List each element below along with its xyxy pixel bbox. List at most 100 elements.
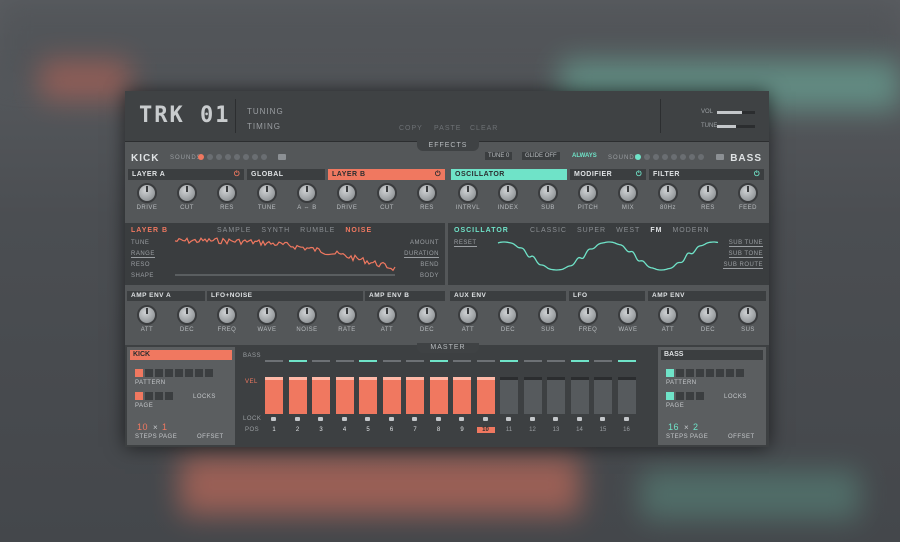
dec-knob-b[interactable]: DEC — [407, 303, 447, 333]
sound-slot[interactable] — [234, 154, 240, 160]
pattern-slot[interactable] — [145, 369, 153, 377]
noise-knob[interactable]: NOISE — [287, 303, 327, 333]
sequencer-step[interactable] — [429, 377, 448, 414]
step-position[interactable]: 13 — [547, 427, 565, 433]
lock-icon[interactable] — [600, 417, 605, 421]
sound-slot[interactable] — [671, 154, 677, 160]
sound-slot[interactable] — [662, 154, 668, 160]
cut-knob[interactable]: CUT — [167, 181, 207, 211]
pattern-slot[interactable] — [175, 369, 183, 377]
sound-slot[interactable] — [207, 154, 213, 160]
lock-icon[interactable] — [506, 417, 511, 421]
pattern-slot[interactable] — [686, 369, 694, 377]
drive-knob[interactable]: DRIVE — [127, 181, 167, 211]
sound-slot[interactable] — [216, 154, 222, 160]
clear-button[interactable]: CLEAR — [470, 125, 498, 132]
bass-page-value[interactable]: 2 — [693, 422, 699, 432]
sub-knob[interactable]: SUB — [528, 181, 568, 211]
lock-icon[interactable] — [576, 417, 582, 421]
page-slot[interactable] — [686, 392, 694, 400]
att-knob-amp[interactable]: ATT — [648, 303, 688, 333]
env-tab-lfo-noise[interactable]: LFO+NOISE — [207, 291, 363, 301]
folder-icon[interactable] — [716, 154, 724, 160]
sequencer-step[interactable] — [288, 377, 307, 414]
drive-knob-b[interactable]: DRIVE — [327, 181, 367, 211]
pattern-slot[interactable] — [716, 369, 724, 377]
step-position[interactable]: 1 — [265, 427, 283, 433]
power-icon[interactable]: ⏻ — [234, 169, 240, 180]
always-toggle[interactable]: ALWAYS — [572, 153, 597, 159]
a-b-knob[interactable]: A ⇔ B — [287, 181, 327, 211]
step-position[interactable]: 3 — [312, 427, 330, 433]
pattern-slot[interactable] — [195, 369, 203, 377]
att-knob[interactable]: ATT — [448, 303, 488, 333]
lock-icon[interactable] — [318, 417, 323, 421]
pattern-slot[interactable] — [135, 369, 143, 377]
sequencer-step[interactable] — [359, 377, 377, 414]
tune-knob[interactable]: TUNE — [247, 181, 287, 211]
lock-icon[interactable] — [294, 417, 300, 421]
dec-knob[interactable]: DEC — [167, 303, 207, 333]
rate-knob[interactable]: RATE — [327, 303, 367, 333]
tab-filter[interactable]: FILTER ⏻ — [649, 169, 764, 180]
lock-icon[interactable] — [459, 417, 464, 421]
feed-knob[interactable]: FEED — [728, 181, 768, 211]
lock-icon[interactable] — [412, 417, 417, 421]
freq-knob[interactable]: FREQ — [568, 303, 608, 333]
env-tab-amp-env[interactable]: AMP ENV — [648, 291, 766, 301]
index-knob[interactable]: INDEX — [488, 181, 528, 211]
sus-knob[interactable]: SUS — [528, 303, 568, 333]
pattern-slot[interactable] — [185, 369, 193, 377]
wave-knob[interactable]: WAVE — [608, 303, 648, 333]
step-position[interactable]: 10 — [476, 427, 495, 433]
sound-slot[interactable] — [252, 154, 258, 160]
sequencer-step[interactable] — [500, 377, 518, 414]
tab-modifier[interactable]: MODIFIER ⏻ — [570, 169, 646, 180]
sound-slot[interactable] — [225, 154, 231, 160]
page-slot[interactable] — [676, 392, 684, 400]
res-knob[interactable]: RES — [688, 181, 728, 211]
step-position[interactable]: 2 — [289, 427, 307, 433]
sus-knob-amp[interactable]: SUS — [728, 303, 768, 333]
kick-steps-value[interactable]: 10 — [137, 422, 148, 432]
env-tab-lfo[interactable]: LFO — [569, 291, 645, 301]
pattern-slot[interactable] — [155, 369, 163, 377]
timing-link[interactable]: TIMING — [247, 122, 281, 131]
pattern-slot[interactable] — [165, 369, 173, 377]
pattern-slot[interactable] — [706, 369, 714, 377]
kick-channel-name[interactable]: KICK — [130, 350, 232, 360]
cutoff-knob[interactable]: 80Hz — [648, 181, 688, 211]
res-knob[interactable]: RES — [207, 181, 247, 211]
wave-knob[interactable]: WAVE — [247, 303, 287, 333]
pattern-slot[interactable] — [666, 369, 674, 377]
dec-knob[interactable]: DEC — [488, 303, 528, 333]
step-position[interactable]: 7 — [406, 427, 424, 433]
lock-icon[interactable] — [482, 417, 488, 421]
sequencer-step[interactable] — [265, 377, 283, 414]
sequencer-step[interactable] — [594, 377, 612, 414]
lock-icon[interactable] — [529, 417, 535, 421]
lock-icon[interactable] — [623, 417, 629, 421]
lock-icon[interactable] — [271, 417, 276, 421]
step-position[interactable]: 16 — [618, 427, 636, 433]
lock-icon[interactable] — [341, 417, 347, 421]
locks-toggle[interactable]: LOCKS — [724, 394, 747, 400]
power-icon[interactable]: ⏻ — [636, 169, 642, 180]
tab-layer-b[interactable]: LAYER B ⏻ — [328, 169, 445, 180]
page-slot[interactable] — [666, 392, 674, 400]
lock-icon[interactable] — [435, 417, 441, 421]
sequencer-step[interactable] — [335, 377, 354, 414]
lock-icon[interactable] — [365, 417, 370, 421]
lock-icon[interactable] — [553, 417, 558, 421]
mix-knob[interactable]: MIX — [608, 181, 648, 211]
sound-slot[interactable] — [653, 154, 659, 160]
dec-knob-amp[interactable]: DEC — [688, 303, 728, 333]
sound-slot[interactable] — [689, 154, 695, 160]
sequencer-step[interactable] — [312, 377, 330, 414]
power-icon[interactable]: ⏻ — [754, 169, 760, 180]
page-slot[interactable] — [155, 392, 163, 400]
vol-slider[interactable] — [717, 111, 755, 114]
step-position[interactable]: 12 — [524, 427, 542, 433]
sound-slot[interactable] — [198, 154, 204, 160]
power-icon[interactable]: ⏻ — [435, 169, 441, 180]
